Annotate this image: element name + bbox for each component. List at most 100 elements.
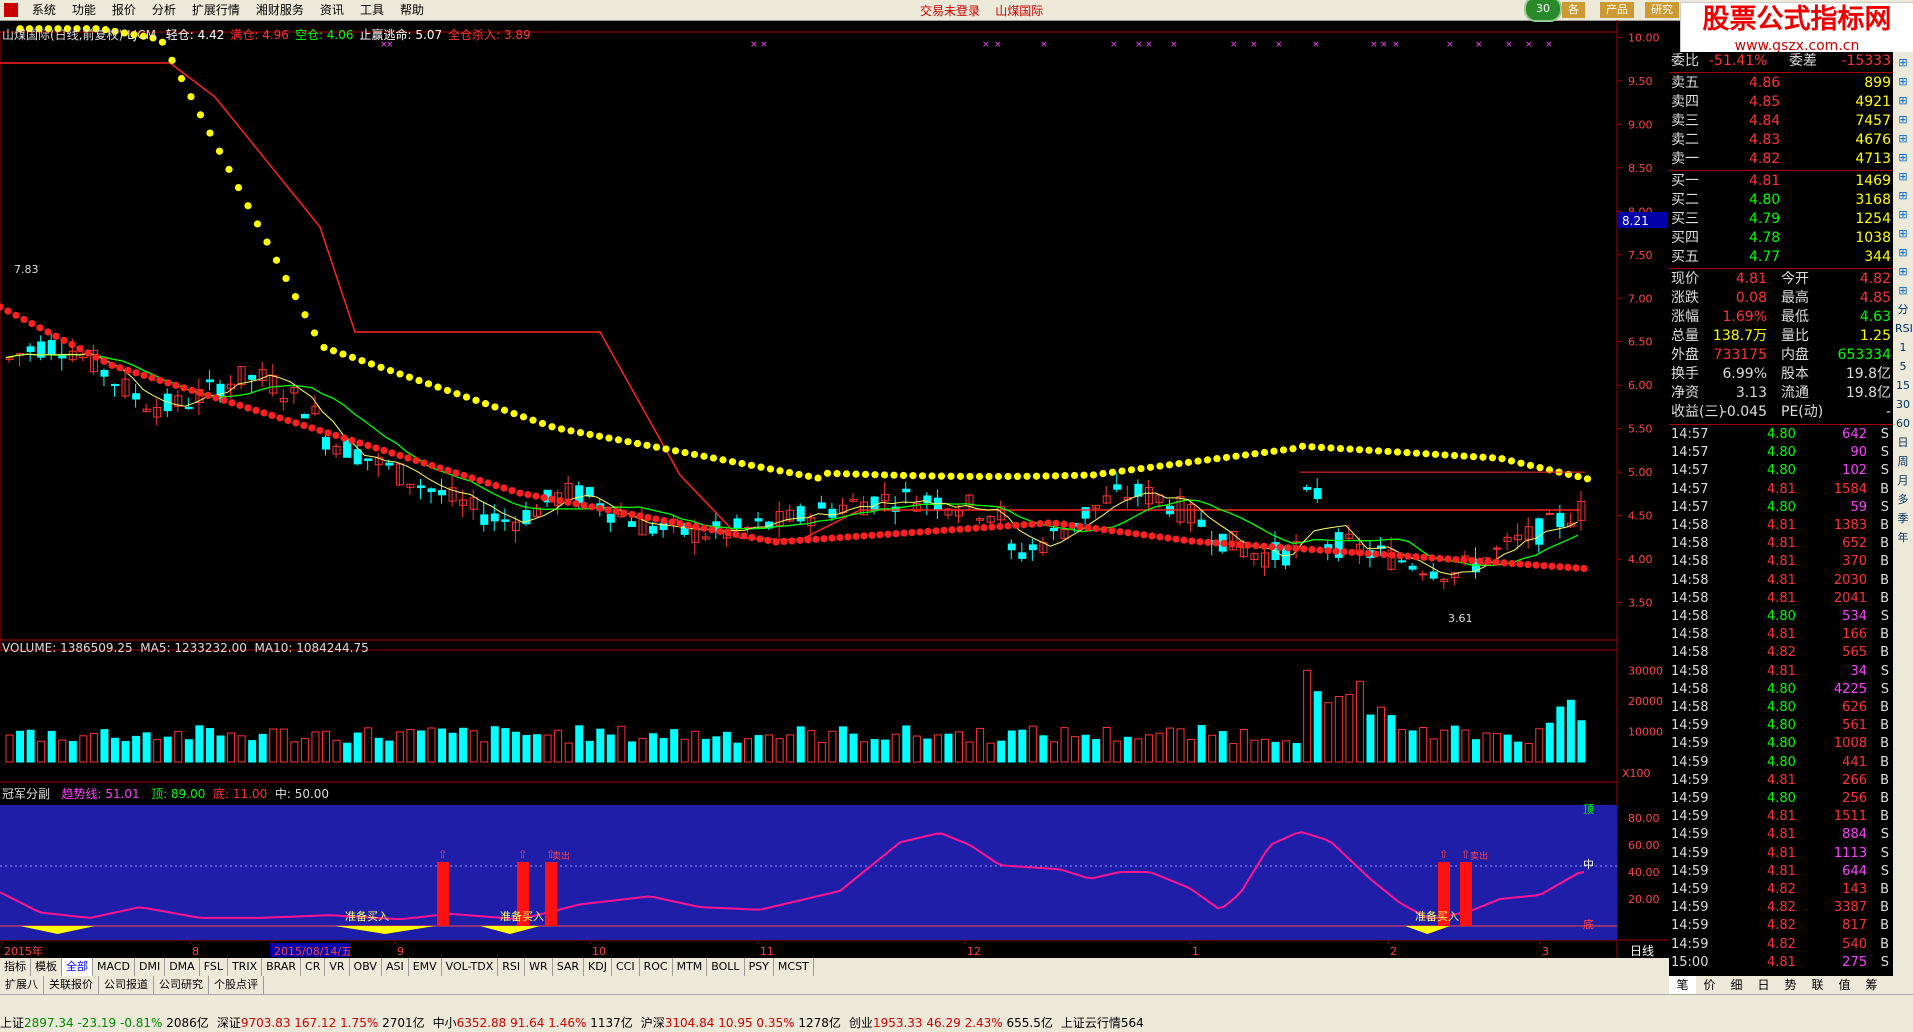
period-tool-9[interactable]: 月 <box>1895 473 1911 489</box>
top-button-products[interactable]: 产品 <box>1600 2 1634 18</box>
tool-icon-5[interactable]: ⊞ <box>1895 150 1911 166</box>
tool-icon-11[interactable]: ⊞ <box>1895 264 1911 280</box>
menu-item-5[interactable]: 湘财服务 <box>248 0 312 20</box>
index-item-4[interactable]: 创业1953.33 46.29 2.43% 655.5亿 <box>849 1014 1053 1032</box>
header-item-3: 止赢逃命: 5.07 <box>359 28 443 42</box>
indicator-tab-3[interactable]: MACD <box>93 958 135 976</box>
indicator-tab-15[interactable]: RSI <box>498 958 526 976</box>
login-status[interactable]: 交易未登录 <box>920 4 980 18</box>
tick-time: 14:59 <box>1671 936 1709 952</box>
right-tab-3[interactable]: 日 <box>1750 976 1777 994</box>
indicator-tab-24[interactable]: MCST <box>774 958 814 976</box>
sub-tab-4[interactable]: 个股点评 <box>209 976 264 994</box>
tool-icon-0[interactable]: ⊞ <box>1895 55 1911 71</box>
right-tab-5[interactable]: 联 <box>1804 976 1831 994</box>
indicator-tab-0[interactable]: 指标 <box>0 958 31 976</box>
indicator-tab-8[interactable]: BRAR <box>262 958 302 976</box>
tool-icon-1[interactable]: ⊞ <box>1895 74 1911 90</box>
indicator-tab-21[interactable]: MTM <box>673 958 708 976</box>
red-dot <box>84 349 92 357</box>
speed-badge[interactable]: 30 <box>1524 0 1562 22</box>
menu-item-0[interactable]: 系统 <box>24 0 64 20</box>
tool-icon-12[interactable]: ⊞ <box>1895 283 1911 299</box>
menu-item-1[interactable]: 功能 <box>64 0 104 20</box>
menu-item-4[interactable]: 扩展行情 <box>184 0 248 20</box>
index-item-1[interactable]: 深证9703.83 167.12 1.75% 2701亿 <box>217 1014 425 1032</box>
sub-tab-3[interactable]: 公司研究 <box>154 976 209 994</box>
right-tab-2[interactable]: 细 <box>1723 976 1750 994</box>
menu-item-2[interactable]: 报价 <box>104 0 144 20</box>
period-tool-11[interactable]: 季 <box>1895 511 1911 527</box>
indicator-tab-9[interactable]: CR <box>301 958 326 976</box>
period-tool-10[interactable]: 多 <box>1895 492 1911 508</box>
tool-icon-8[interactable]: ⊞ <box>1895 207 1911 223</box>
price-axis-label: 4.50 <box>1628 510 1653 523</box>
indicator-tab-17[interactable]: SAR <box>553 958 585 976</box>
menu-item-3[interactable]: 分析 <box>144 0 184 20</box>
period-label[interactable]: 日线 <box>1630 944 1654 958</box>
sub-tab-0[interactable]: 扩展八 <box>0 976 44 994</box>
tool-icon-6[interactable]: ⊞ <box>1895 169 1911 185</box>
menu-item-6[interactable]: 资讯 <box>312 0 352 20</box>
period-tool-4[interactable]: 15 <box>1895 378 1911 394</box>
tick-row: 14:59 4.81 266 B <box>1669 772 1893 790</box>
tick-side: S <box>1880 609 1889 624</box>
period-tool-12[interactable]: 年 <box>1895 530 1911 546</box>
indicator-tab-23[interactable]: PSY <box>745 958 774 976</box>
indicator-tab-7[interactable]: TRIX <box>228 958 263 976</box>
sub-tab-2[interactable]: 公司报道 <box>99 976 154 994</box>
indicator-tab-6[interactable]: FSL <box>200 958 228 976</box>
period-tool-5[interactable]: 30 <box>1895 397 1911 413</box>
period-tool-1[interactable]: RSI <box>1895 321 1913 337</box>
sub-tab-1[interactable]: 关联报价 <box>44 976 99 994</box>
tool-icon-3[interactable]: ⊞ <box>1895 112 1911 128</box>
period-tool-3[interactable]: 5 <box>1895 359 1911 375</box>
indicator-tab-20[interactable]: ROC <box>640 958 673 976</box>
menu-item-8[interactable]: 帮助 <box>392 0 432 20</box>
kline-chart[interactable]: 10.009.509.008.508.007.507.006.506.005.5… <box>0 20 1669 958</box>
tool-icon-7[interactable]: ⊞ <box>1895 188 1911 204</box>
period-tool-7[interactable]: 日 <box>1895 435 1911 451</box>
indicator-tab-2[interactable]: 全部 <box>62 958 93 976</box>
tool-icon-4[interactable]: ⊞ <box>1895 131 1911 147</box>
indicator-tab-13[interactable]: EMV <box>409 958 442 976</box>
volume-bar <box>448 732 457 763</box>
top-button-research[interactable]: 研究 <box>1645 2 1679 18</box>
indicator-tab-18[interactable]: KDJ <box>584 958 612 976</box>
top-button-each[interactable]: 各 <box>1562 2 1585 18</box>
indicator-tab-4[interactable]: DMI <box>135 958 166 976</box>
indicator-tab-22[interactable]: BOLL <box>707 958 745 976</box>
volume-bar <box>311 731 320 763</box>
indicator-tab-10[interactable]: VR <box>325 958 350 976</box>
period-tool-8[interactable]: 周 <box>1895 454 1911 470</box>
yellow-dot <box>643 441 651 449</box>
indicator-tab-16[interactable]: WR <box>525 958 553 976</box>
right-tab-7[interactable]: 筹 <box>1858 976 1885 994</box>
right-tab-0[interactable]: 笔 <box>1669 976 1696 994</box>
period-tool-0[interactable]: 分 <box>1895 302 1911 318</box>
tool-icon-2[interactable]: ⊞ <box>1895 93 1911 109</box>
right-tab-6[interactable]: 值 <box>1831 976 1858 994</box>
indicator-tab-11[interactable]: OBV <box>350 958 382 976</box>
index-item-3[interactable]: 沪深3104.84 10.95 0.35% 1278亿 <box>641 1014 841 1032</box>
tick-price: 4.80 <box>1767 718 1796 734</box>
indicator-tab-14[interactable]: VOL-TDX <box>442 958 499 976</box>
indicator-tab-1[interactable]: 模板 <box>31 958 62 976</box>
tick-price: 4.80 <box>1767 754 1796 770</box>
tick-row: 14:59 4.81 884 S <box>1669 826 1893 844</box>
indicator-tab-12[interactable]: ASI <box>382 958 409 976</box>
period-tool-6[interactable]: 60 <box>1895 416 1911 432</box>
index-item-2[interactable]: 中小6352.88 91.64 1.46% 1137亿 <box>433 1014 633 1032</box>
tick-volume: 34 <box>1850 663 1867 679</box>
candle-body <box>300 413 309 419</box>
red-dot <box>1268 543 1276 551</box>
period-tool-2[interactable]: 1 <box>1895 340 1911 356</box>
menu-item-7[interactable]: 工具 <box>352 0 392 20</box>
index-item-0[interactable]: 上证2897.34 -23.19 -0.81% 2086亿 <box>0 1014 209 1032</box>
right-tab-1[interactable]: 价 <box>1696 976 1723 994</box>
indicator-tab-5[interactable]: DMA <box>165 958 200 976</box>
indicator-tab-19[interactable]: CCI <box>612 958 640 976</box>
tool-icon-10[interactable]: ⊞ <box>1895 245 1911 261</box>
tool-icon-9[interactable]: ⊞ <box>1895 226 1911 242</box>
right-tab-4[interactable]: 势 <box>1777 976 1804 994</box>
